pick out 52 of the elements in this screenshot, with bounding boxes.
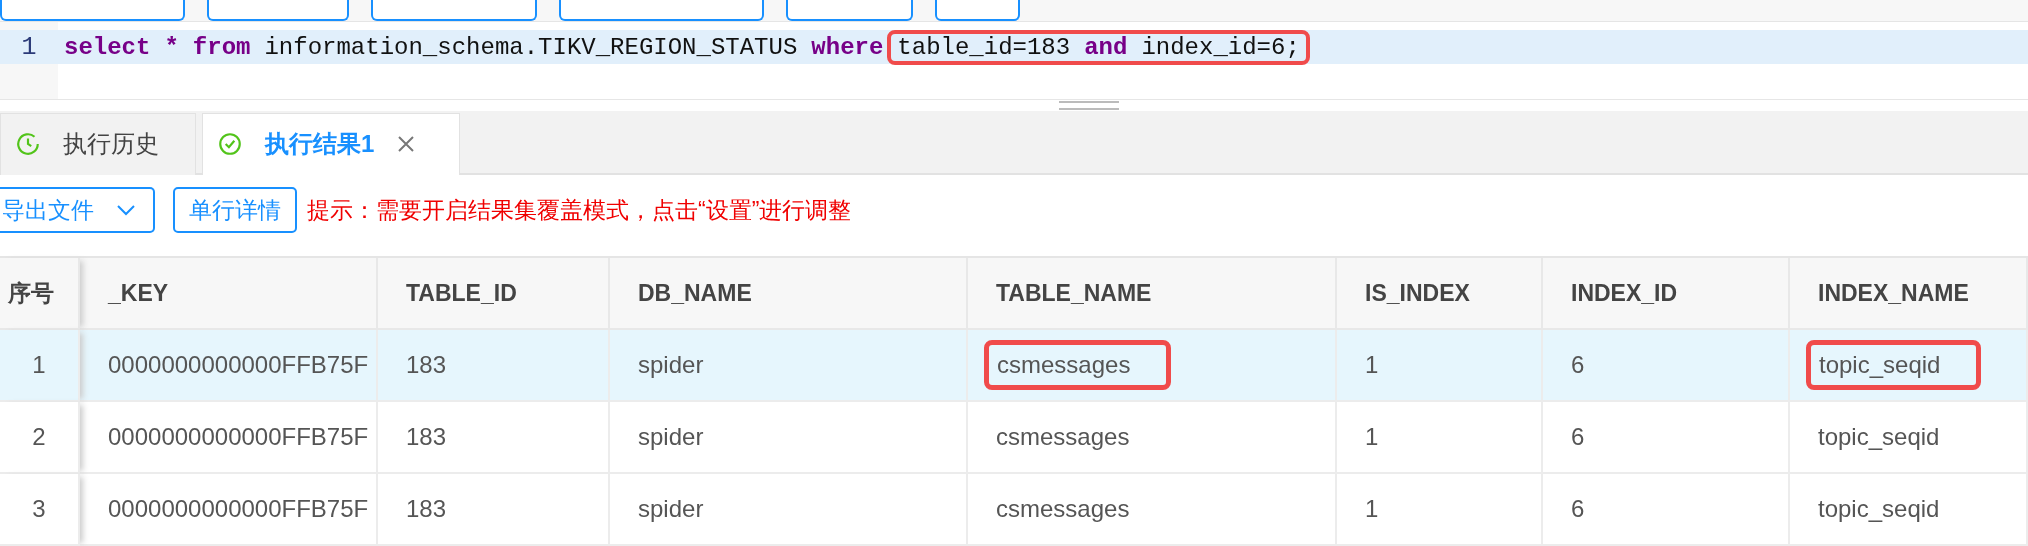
line-number: 1 [0, 30, 58, 65]
toolbar-button[interactable] [786, 0, 913, 22]
table-cell: csmessages [968, 474, 1337, 546]
table-cell: 3 [0, 474, 80, 546]
table-cell: spider [610, 330, 968, 402]
sql-keyword: from [192, 33, 251, 61]
toolbar-button[interactable] [0, 0, 185, 22]
table-cell: 1 [1337, 330, 1543, 402]
table-cell: 0000000000000FFB75F [80, 330, 378, 402]
table-cell: 1 [1337, 402, 1543, 474]
column-header[interactable]: DB_NAME [610, 258, 968, 330]
table-cell: 1 [1337, 474, 1543, 546]
table-cell: csmessages [968, 402, 1337, 474]
table-cell: topic_seqid [1790, 402, 2028, 474]
table-cell: 6 [1543, 330, 1790, 402]
column-header[interactable]: TABLE_NAME [968, 258, 1337, 330]
column-header[interactable]: _KEY [80, 258, 378, 330]
column-header[interactable]: IS_INDEX [1337, 258, 1543, 330]
sql-keyword: and [1084, 33, 1128, 61]
check-circle-icon [217, 131, 243, 158]
table-cell: 0000000000000FFB75F [80, 474, 378, 546]
table-cell: 6 [1543, 474, 1790, 546]
highlight-box: topic_seqid [1806, 340, 1982, 390]
toolbar-button[interactable] [207, 0, 349, 22]
chevron-down-icon [116, 204, 136, 217]
column-header[interactable]: INDEX_NAME [1790, 258, 2028, 330]
table-cell: topic_seqid [1790, 474, 2028, 546]
table-cell: spider [610, 402, 968, 474]
sql-text: index_id=6; [1141, 33, 1300, 61]
clock-icon [15, 131, 41, 158]
table-cell: 6 [1543, 402, 1790, 474]
toolbar-button[interactable] [371, 0, 537, 22]
table-cell: 1 [0, 330, 80, 402]
result-tab[interactable]: 执行历史 [0, 112, 196, 175]
table-cell: 2 [0, 402, 80, 474]
column-header[interactable]: 序号 [0, 258, 80, 330]
sql-keyword: select [64, 33, 151, 61]
sql-keyword: * [164, 33, 179, 61]
highlight-box: csmessages [984, 340, 1172, 390]
sql-text: table_id=183 [897, 33, 1071, 61]
table-cell: 183 [378, 330, 610, 402]
table-cell: 0000000000000FFB75F [80, 402, 378, 474]
table-cell: spider [610, 474, 968, 546]
column-header[interactable]: INDEX_ID [1543, 258, 1790, 330]
toolbar-button[interactable] [559, 0, 764, 22]
sql-text: information_schema.TIKV_REGION_STATUS [264, 33, 798, 61]
sql-keyword: where [811, 33, 884, 61]
hint-text: 提示：需要开启结果集覆盖模式，点击“设置”进行调整 [307, 195, 852, 225]
column-header[interactable]: TABLE_ID [378, 258, 610, 330]
table-cell: 183 [378, 474, 610, 546]
toolbar-button[interactable] [935, 0, 1020, 22]
table-cell: 183 [378, 402, 610, 474]
